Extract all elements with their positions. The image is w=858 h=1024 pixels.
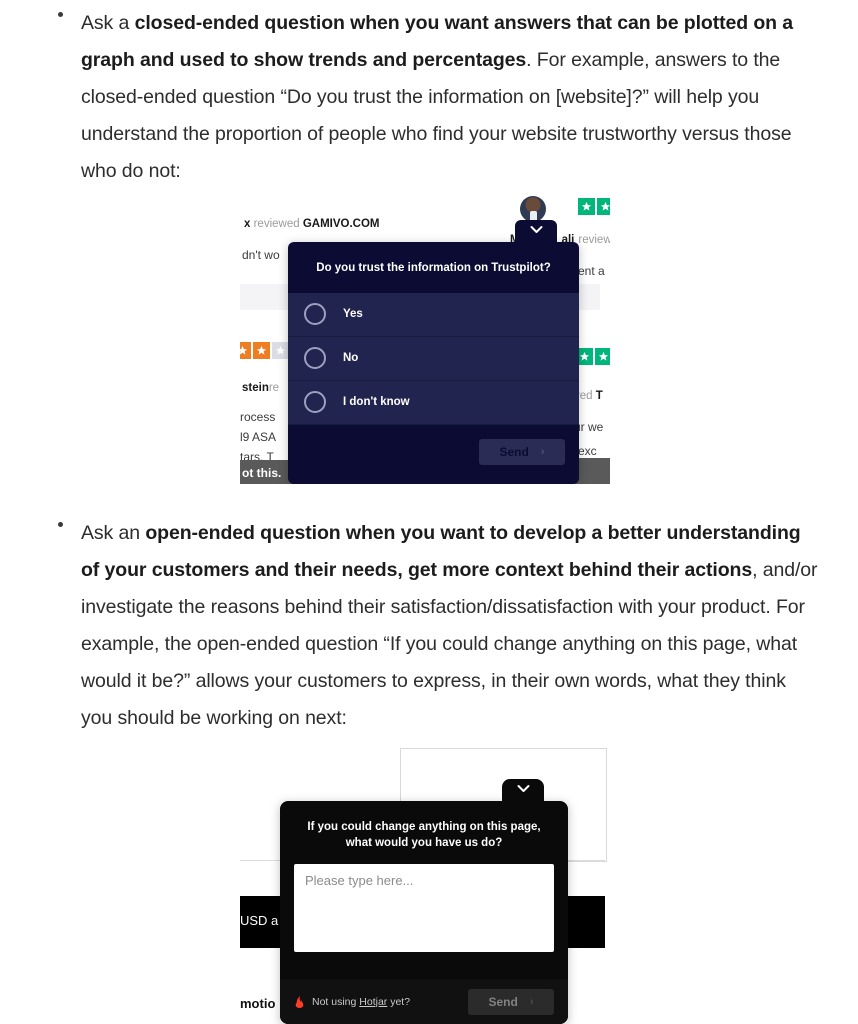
bg-review-brand: GAMIVO.COM [302,218,380,230]
flame-icon [294,995,305,1008]
survey-option-label: Yes [343,308,363,320]
bullet-paragraph: Ask an open-ended question when you want… [81,515,818,737]
bg-text-motion: motio [240,996,276,1011]
widget-footer: Not using Hotjar yet? Send › [280,979,568,1024]
survey-option-list: Yes No I don't know [288,292,579,425]
bullet-bold-text: open-ended question when you want to dev… [81,522,801,581]
bg-review-body-3: l9 ASA [240,430,277,444]
widget-body: If you could change anything on this pag… [280,801,568,1024]
bg-right-body-4: exc [578,444,597,458]
hotjar-branding[interactable]: Not using Hotjar yet? [294,995,410,1008]
radio-icon[interactable] [304,347,326,369]
bg-star-rating-top-right [578,198,610,215]
widget-footer: Send › [288,424,579,479]
bullet-lead-text: Ask a [81,12,135,34]
chevron-right-icon: › [529,995,534,1008]
bg-reviewer-name: steinre [242,382,279,394]
survey-question-text: Do you trust the information on Trustpil… [316,262,551,274]
send-button[interactable]: Send › [479,438,565,465]
bullet-item-open-ended: Ask an open-ended question when you want… [58,515,818,737]
star-icon [240,342,251,359]
brand-prefix: Not using [312,995,360,1008]
survey-answer-textarea[interactable]: Please type here... [294,864,554,952]
star-icon [253,342,270,359]
star-icon [578,198,595,215]
chevron-down-icon [530,226,542,233]
brand-link[interactable]: Hotjar [359,996,387,1008]
bg-right-bold: T [595,390,603,402]
send-button-label: Send [499,444,529,459]
survey-widget-closed-ended[interactable]: Do you trust the information on Trustpil… [288,220,579,484]
bullet-marker [58,12,63,17]
chevron-right-icon: › [540,445,545,458]
survey-option-label: I don't know [343,396,410,408]
survey-option-label: No [343,352,359,364]
bg-review-body-1: dn't wo [242,248,280,262]
radio-icon[interactable] [304,303,326,325]
bullet-rest-text: , and/or investigate the reasons behind … [81,559,818,729]
figure-open-ended-survey-screenshot: USD a motio If you could change anything… [240,748,610,1024]
figure-closed-ended-survey-screenshot: x reviewed GAMIVO.COM dn't wo steinre ro… [240,196,610,484]
bg-review-body-2: rocess [240,410,276,424]
star-icon [595,348,610,365]
bullet-lead-text: Ask an [81,522,146,544]
survey-option-i-dont-know[interactable]: I don't know [288,380,579,425]
bg-reviewer-verb: re [268,382,280,394]
bg-review-verb: reviewed [253,218,303,230]
bg-star-rating-left [240,342,289,359]
survey-widget-open-ended[interactable]: If you could change anything on this pag… [280,779,568,1024]
star-icon [272,342,289,359]
brand-suffix: yet? [387,995,411,1008]
bg-review-initial: x [244,218,254,230]
bg-right-reviewer-verb: review [578,234,610,246]
send-button[interactable]: Send › [468,988,554,1015]
chevron-down-icon [517,785,529,792]
bullet-item-closed-ended: Ask a closed-ended question when you wan… [58,5,818,190]
bg-reviewer-name-text: stein [242,382,269,394]
survey-option-no[interactable]: No [288,336,579,381]
bullet-paragraph: Ask a closed-ended question when you wan… [81,5,818,190]
avatar [520,196,546,222]
bg-review-heading: x reviewed GAMIVO.COM [244,218,379,230]
bg-right-body-1: ent a [578,264,605,278]
radio-icon[interactable] [304,391,326,413]
survey-question-text: If you could change anything on this pag… [307,821,541,849]
widget-body: Do you trust the information on Trustpil… [288,242,579,484]
star-icon [597,198,610,215]
survey-option-yes[interactable]: Yes [288,292,579,337]
hotjar-branding-text: Not using Hotjar yet? [312,996,410,1008]
bullet-marker [58,522,63,527]
bg-star-rating-right [576,348,610,365]
bg-text-usd: USD a [240,913,279,928]
bg-review-body-5: ot this. [242,466,282,480]
send-button-label: Send [488,994,518,1009]
